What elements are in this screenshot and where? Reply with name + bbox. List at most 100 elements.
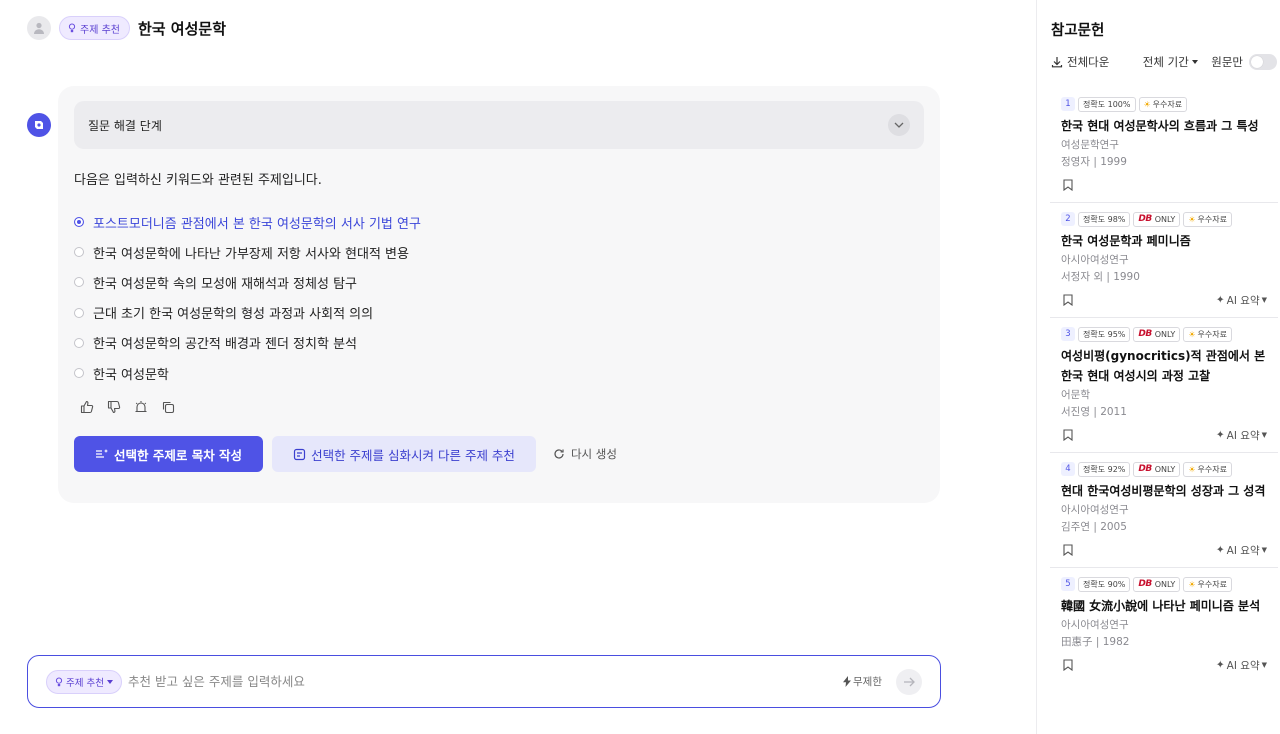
radio-button[interactable] xyxy=(74,277,84,288)
reference-item[interactable]: 1 정확도 100% ☀ 우수자료 한국 현대 여성문학사의 흐름과 그 특성 여… xyxy=(1050,88,1278,203)
db-logo-icon: DB xyxy=(1138,214,1152,224)
input-mode-label: 주제 추천 xyxy=(66,677,104,689)
bookmark-button[interactable] xyxy=(1061,543,1075,557)
period-dropdown[interactable]: 전체 기간 xyxy=(1143,54,1198,70)
like-button[interactable] xyxy=(79,399,95,415)
reference-title[interactable]: 여성비평(gynocritics)적 관점에서 본 한국 현대 여성시의 과정 … xyxy=(1061,346,1267,386)
topic-option-list: 포스트모더니즘 관점에서 본 한국 여성문학의 서사 기법 연구 한국 여성문학… xyxy=(74,207,421,388)
reference-item[interactable]: 4 정확도 92% DB ONLY ☀ 우수자료 현대 한국여성비평문학의 성장과 … xyxy=(1050,453,1278,568)
regenerate-button[interactable]: 다시 생성 xyxy=(545,436,625,472)
db-only-badge: DB ONLY xyxy=(1133,211,1181,227)
topic-option-label: 한국 여성문학 속의 모성애 재해석과 정체성 탐구 xyxy=(93,276,357,292)
mode-chip-label: 주제 추천 xyxy=(80,24,120,36)
sun-icon: ☀ xyxy=(1188,329,1196,339)
bulb-icon xyxy=(68,23,76,33)
user-icon xyxy=(34,22,44,34)
topic-option[interactable]: 한국 여성문학의 공간적 배경과 젠더 정치학 분석 xyxy=(74,328,421,358)
bookmark-icon xyxy=(1063,429,1073,441)
expand-steps-button[interactable] xyxy=(888,114,910,136)
bulb-icon xyxy=(55,677,63,686)
ai-summary-label: AI 요약 xyxy=(1226,544,1260,557)
sparkle-icon: ✦ xyxy=(1215,429,1225,441)
solution-steps-label: 질문 해결 단계 xyxy=(88,118,162,133)
caret-down-icon: ▼ xyxy=(1261,431,1267,439)
excellent-label: 우수자료 xyxy=(1197,214,1227,224)
ai-summary-label: AI 요약 xyxy=(1226,429,1260,442)
ai-summary-label: AI 요약 xyxy=(1226,659,1260,672)
thumbs-up-icon xyxy=(80,400,94,414)
thumbs-down-icon xyxy=(107,400,121,414)
topic-option[interactable]: 근대 초기 한국 여성문학의 형성 과정과 사회적 의의 xyxy=(74,298,421,328)
reference-title[interactable]: 현대 한국여성비평문학의 성장과 그 성격 xyxy=(1061,481,1267,501)
chevron-down-icon xyxy=(894,122,904,128)
reference-badges: 5 정확도 90% DB ONLY ☀ 우수자료 xyxy=(1061,576,1267,592)
bookmark-button[interactable] xyxy=(1061,658,1075,672)
radio-button[interactable] xyxy=(74,217,84,228)
ai-summary-button[interactable]: ✦ AI 요약 ▼ xyxy=(1216,543,1267,558)
dislike-button[interactable] xyxy=(106,399,122,415)
radio-button[interactable] xyxy=(74,337,84,348)
mode-chip[interactable]: 주제 추천 xyxy=(59,16,130,40)
accuracy-badge: 정확도 95% xyxy=(1078,326,1131,342)
radio-button[interactable] xyxy=(74,307,84,318)
create-outline-button[interactable]: 선택한 주제로 목차 작성 xyxy=(74,436,264,472)
topic-option[interactable]: 포스트모더니즘 관점에서 본 한국 여성문학의 서사 기법 연구 xyxy=(74,207,421,237)
lightning-icon xyxy=(843,676,852,687)
reference-author-year: 田惠子 | 1982 xyxy=(1061,636,1130,648)
reference-badges: 4 정확도 92% DB ONLY ☀ 우수자료 xyxy=(1061,461,1267,477)
reference-title[interactable]: 한국 현대 여성문학사의 흐름과 그 특성 xyxy=(1061,116,1267,136)
period-label: 전체 기간 xyxy=(1142,55,1189,69)
excellent-label: 우수자료 xyxy=(1197,464,1227,474)
download-all-button[interactable]: 전체다운 xyxy=(1051,54,1109,70)
excellent-badge: ☀ 우수자료 xyxy=(1183,461,1232,477)
bookmark-icon xyxy=(1063,294,1073,306)
report-button[interactable] xyxy=(133,399,149,415)
reference-number: 3 xyxy=(1061,327,1075,341)
reference-journal: 아시아여성연구 xyxy=(1061,254,1129,266)
radio-button[interactable] xyxy=(74,247,84,258)
send-button[interactable] xyxy=(896,668,922,695)
reference-item[interactable]: 2 정확도 98% DB ONLY ☀ 우수자료 한국 여성문학과 페미니즘 아시아… xyxy=(1050,203,1278,318)
deepen-topic-button[interactable]: 선택한 주제를 심화시켜 다른 주제 추천 xyxy=(272,436,536,472)
reference-item[interactable]: 5 정확도 90% DB ONLY ☀ 우수자료 韓國 女流小說에 나타난 페미니즘… xyxy=(1050,568,1278,682)
topic-option[interactable]: 한국 여성문학 속의 모성애 재해석과 정체성 탐구 xyxy=(74,267,421,297)
prompt-input[interactable] xyxy=(127,674,844,689)
answer-intro: 다음은 입력하신 키워드와 관련된 주제입니다. xyxy=(74,173,322,188)
deepen-topic-label: 선택한 주제를 심화시켜 다른 주제 추천 xyxy=(311,447,515,463)
reference-number: 5 xyxy=(1061,577,1075,591)
input-mode-dropdown[interactable]: 주제 추천 xyxy=(46,669,122,694)
bookmark-button[interactable] xyxy=(1061,428,1075,442)
topic-option-label: 한국 여성문학의 공간적 배경과 젠더 정치학 분석 xyxy=(93,337,357,353)
original-only-label: 원문만 xyxy=(1211,55,1243,69)
topic-option[interactable]: 한국 여성문학 xyxy=(74,358,421,388)
accuracy-badge: 정확도 100% xyxy=(1078,96,1136,112)
reference-journal: 여성문학연구 xyxy=(1061,139,1119,151)
bookmark-button[interactable] xyxy=(1061,293,1075,307)
reference-journal: 어문학 xyxy=(1061,389,1090,401)
reference-footer: ✦ AI 요약 ▼ xyxy=(1061,541,1267,559)
ai-summary-button[interactable]: ✦ AI 요약 ▼ xyxy=(1216,658,1267,673)
db-logo-icon: DB xyxy=(1138,579,1152,589)
original-only-toggle[interactable] xyxy=(1249,54,1277,70)
reference-author-year: 김주연 | 2005 xyxy=(1061,521,1127,533)
user-avatar[interactable] xyxy=(27,16,51,40)
solution-steps-bar[interactable]: 질문 해결 단계 xyxy=(74,101,924,149)
reference-list: 1 정확도 100% ☀ 우수자료 한국 현대 여성문학사의 흐름과 그 특성 여… xyxy=(1050,88,1278,682)
ai-summary-button[interactable]: ✦ AI 요약 ▼ xyxy=(1216,428,1267,443)
topic-option[interactable]: 한국 여성문학에 나타난 가부장제 저항 서사와 현대적 변용 xyxy=(74,237,421,267)
prompt-composer: 주제 추천 무제한 xyxy=(27,655,941,708)
copy-button[interactable] xyxy=(160,399,176,415)
reference-title[interactable]: 韓國 女流小說에 나타난 페미니즘 분석 xyxy=(1061,596,1267,616)
ai-summary-button[interactable]: ✦ AI 요약 ▼ xyxy=(1216,293,1267,308)
excellent-label: 우수자료 xyxy=(1197,579,1227,589)
reference-item[interactable]: 3 정확도 95% DB ONLY ☀ 우수자료 여성비평(gynocritics)… xyxy=(1050,318,1278,453)
radio-button[interactable] xyxy=(74,368,84,379)
reference-title[interactable]: 한국 여성문학과 페미니즘 xyxy=(1061,231,1267,251)
ai-summary-label: AI 요약 xyxy=(1226,294,1260,307)
db-logo-icon: DB xyxy=(1138,329,1152,339)
bookmark-button[interactable] xyxy=(1061,178,1075,192)
db-logo-icon: DB xyxy=(1138,464,1152,474)
db-only-badge: DB ONLY xyxy=(1133,326,1181,342)
bookmark-icon xyxy=(1063,544,1073,556)
sun-icon: ☀ xyxy=(1143,99,1151,109)
